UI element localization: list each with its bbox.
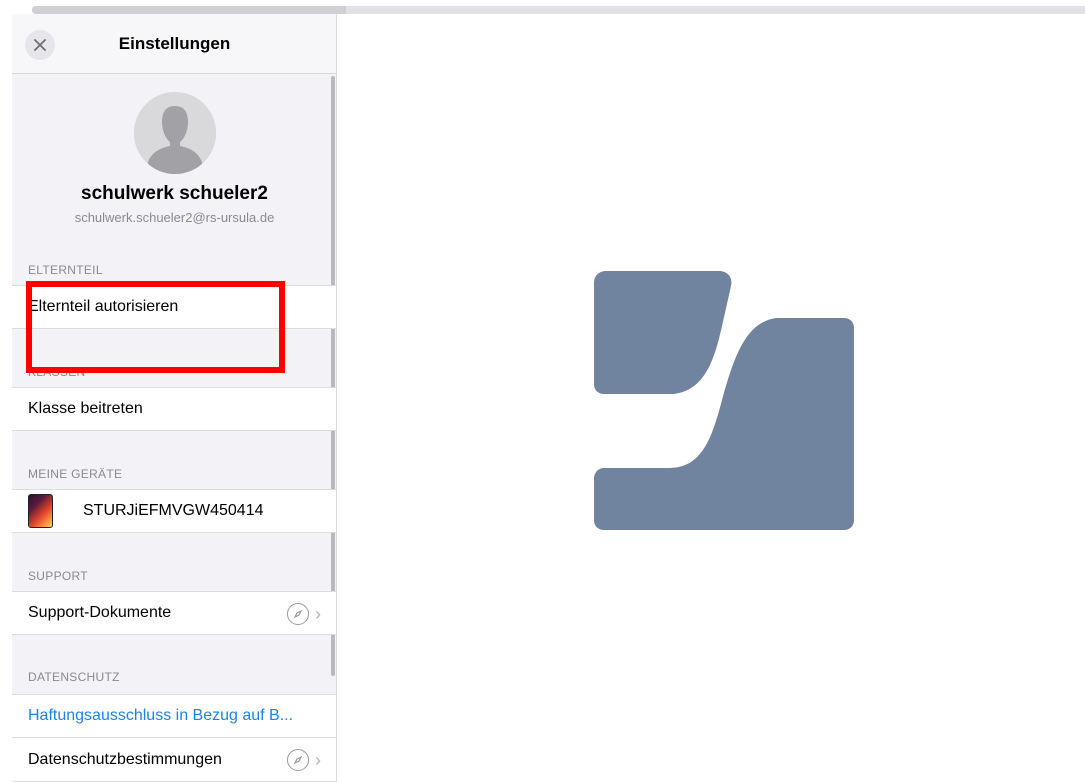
ipad-icon bbox=[28, 494, 53, 528]
device-name: STURJiEFMVGW450414 bbox=[83, 502, 264, 519]
scrollbar[interactable] bbox=[331, 76, 335, 676]
disclaimer-row[interactable]: Haftungsausschluss in Bezug auf B... bbox=[12, 694, 336, 738]
support-docs-row[interactable]: Support-Dokumente › bbox=[12, 591, 336, 635]
settings-header: Einstellungen bbox=[12, 14, 336, 74]
join-class-label: Klasse beitreten bbox=[28, 400, 143, 417]
app-logo bbox=[594, 271, 854, 530]
highlight-box bbox=[26, 281, 285, 373]
privacy-policy-row[interactable]: Datenschutzbestimmungen › bbox=[12, 738, 336, 782]
settings-panel: Einstellungen schulwerk schueler2 schulw… bbox=[12, 14, 337, 782]
section-label-support: SUPPORT bbox=[28, 569, 88, 583]
section-label-elternteil: ELTERNTEIL bbox=[28, 263, 103, 277]
privacy-policy-label: Datenschutzbestimmungen bbox=[28, 750, 222, 768]
section-label-geraete: MEINE GERÄTE bbox=[28, 467, 123, 481]
section-label-datenschutz: DATENSCHUTZ bbox=[28, 670, 120, 684]
support-docs-label: Support-Dokumente bbox=[28, 604, 172, 621]
support-docs-trailing: › bbox=[287, 603, 321, 625]
join-class-row[interactable]: Klasse beitreten bbox=[12, 387, 336, 431]
top-bar-segment bbox=[32, 6, 346, 14]
person-silhouette-icon bbox=[134, 92, 216, 174]
compass-icon bbox=[287, 749, 309, 771]
user-name: schulwerk schueler2 bbox=[81, 183, 268, 204]
user-email: schulwerk.schueler2@rs-ursula.de bbox=[74, 210, 275, 225]
page-title: Einstellungen bbox=[118, 34, 231, 53]
device-row[interactable]: STURJiEFMVGW450414 bbox=[12, 489, 336, 533]
avatar bbox=[134, 92, 216, 174]
compass-icon bbox=[287, 603, 309, 625]
chevron-right-icon: › bbox=[315, 750, 321, 770]
chevron-right-icon: › bbox=[315, 604, 321, 624]
disclaimer-link[interactable]: Haftungsausschluss in Bezug auf B... bbox=[28, 707, 293, 725]
privacy-policy-trailing: › bbox=[287, 749, 321, 771]
